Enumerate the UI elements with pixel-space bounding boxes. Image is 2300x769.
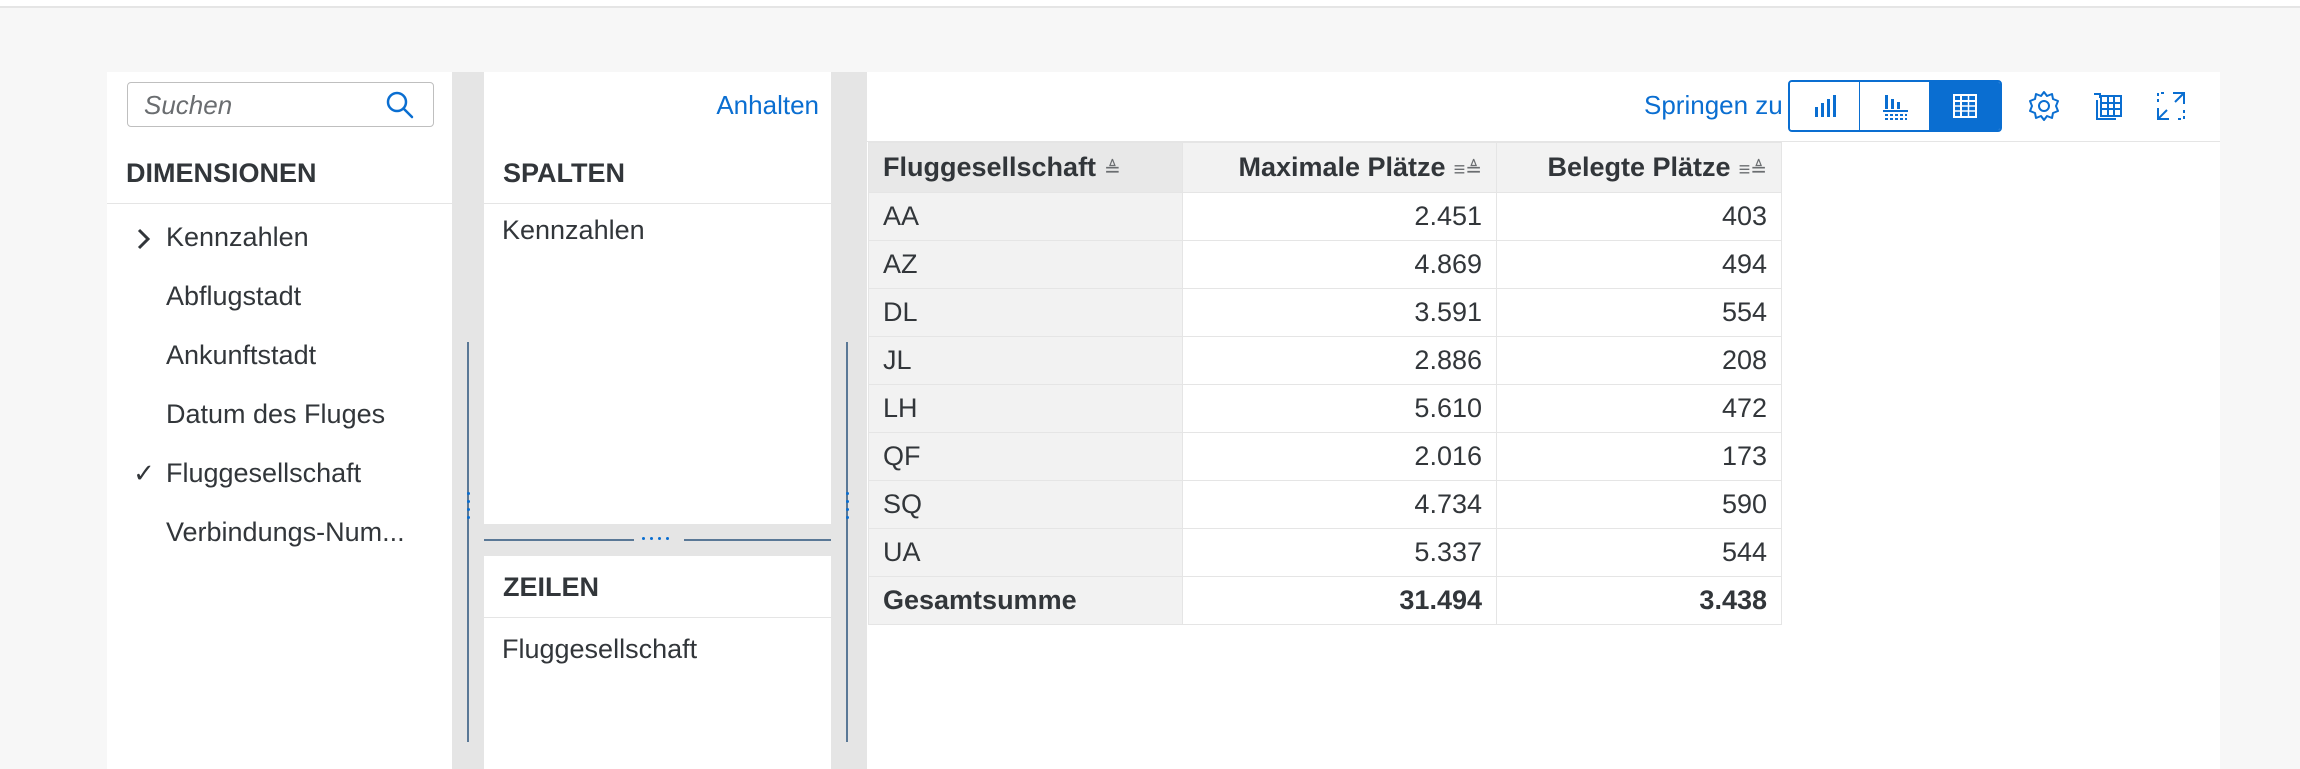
- cell-max-seats: 5.337: [1182, 528, 1497, 577]
- column-item[interactable]: Kennzahlen: [502, 215, 645, 246]
- cell-max-seats: 4.869: [1182, 240, 1497, 289]
- dimension-item-kennzahlen[interactable]: Kennzahlen: [107, 208, 452, 267]
- row-label: UA: [868, 528, 1183, 577]
- pivot-table: Fluggesellschaft ≜ Maximale Plätze ≡≜ Bele…: [868, 142, 1782, 625]
- total-occupied-seats: 3.438: [1496, 576, 1782, 625]
- chart-view-icon: [1814, 95, 1836, 117]
- chart-view-button[interactable]: [1790, 82, 1860, 130]
- table-row[interactable]: JL 2.886 208: [868, 336, 1782, 385]
- dimension-label: Datum des Fluges: [166, 399, 386, 429]
- dimensions-header: DIMENSIONEN: [107, 142, 452, 204]
- cell-occupied-seats: 544: [1496, 528, 1782, 577]
- total-label: Gesamtsumme: [868, 576, 1183, 625]
- total-max-seats: 31.494: [1182, 576, 1497, 625]
- dimension-item-datum[interactable]: Datum des Fluges: [107, 385, 452, 444]
- table-row[interactable]: AZ 4.869 494: [868, 240, 1782, 289]
- cell-occupied-seats: 472: [1496, 384, 1782, 433]
- jump-to-link[interactable]: Springen zu: [1644, 90, 1783, 121]
- row-label: LH: [868, 384, 1183, 433]
- table-row[interactable]: SQ 4.734 590: [868, 480, 1782, 529]
- export-icon[interactable]: [2090, 88, 2126, 124]
- table-row[interactable]: UA 5.337 544: [868, 528, 1782, 577]
- cell-occupied-seats: 208: [1496, 336, 1782, 385]
- table-view-button[interactable]: [1930, 82, 2000, 130]
- row-label: AA: [868, 192, 1183, 241]
- column-header-fluggesellschaft[interactable]: Fluggesellschaft ≜: [868, 142, 1183, 193]
- cell-occupied-seats: 554: [1496, 288, 1782, 337]
- sort-icon[interactable]: ≜: [1104, 159, 1121, 181]
- vertical-splitter-right[interactable]: [831, 72, 867, 769]
- chart-table-view-button[interactable]: [1860, 82, 1930, 130]
- dimension-label: Kennzahlen: [166, 222, 309, 252]
- row-label: AZ: [868, 240, 1183, 289]
- columns-header: SPALTEN: [484, 142, 831, 204]
- columns-panel: Anhalten SPALTEN Kennzahlen: [484, 72, 831, 524]
- filter-sort-icon[interactable]: ≡≜: [1454, 159, 1482, 181]
- chevron-right-icon[interactable]: [131, 208, 157, 267]
- table-row[interactable]: AA 2.451 403: [868, 192, 1782, 241]
- rows-header: ZEILEN: [484, 556, 831, 618]
- grip-icon[interactable]: [642, 537, 669, 540]
- table-row[interactable]: LH 5.610 472: [868, 384, 1782, 433]
- vertical-splitter-left[interactable]: [452, 72, 484, 769]
- dimension-label: Abflugstadt: [166, 281, 302, 311]
- row-label: DL: [868, 288, 1183, 337]
- dimension-label: Ankunftstadt: [166, 340, 317, 370]
- pause-link[interactable]: Anhalten: [716, 90, 819, 121]
- top-bar: [0, 0, 2300, 8]
- table-row[interactable]: QF 2.016 173: [868, 432, 1782, 481]
- dimension-list: Kennzahlen Abflugstadt Ankunftstadt Datu…: [107, 208, 452, 562]
- cell-max-seats: 3.591: [1182, 288, 1497, 337]
- table-header-row: Fluggesellschaft ≜ Maximale Plätze ≡≜ Bele…: [868, 142, 1782, 193]
- rows-panel: ZEILEN Fluggesellschaft: [484, 556, 831, 769]
- dimension-item-ankunftstadt[interactable]: Ankunftstadt: [107, 326, 452, 385]
- table-view-icon: [1953, 94, 1977, 118]
- column-header-maximale-plaetze[interactable]: Maximale Plätze ≡≜: [1182, 142, 1497, 193]
- splitter-line: [484, 539, 634, 541]
- dimensions-panel: DIMENSIONEN Kennzahlen Abflugstadt Ankun…: [107, 72, 452, 769]
- grip-icon[interactable]: [465, 492, 471, 519]
- cell-max-seats: 2.451: [1182, 192, 1497, 241]
- grip-icon[interactable]: [844, 492, 850, 519]
- dimension-item-fluggesellschaft[interactable]: ✓ Fluggesellschaft: [107, 444, 452, 503]
- cell-occupied-seats: 590: [1496, 480, 1782, 529]
- cell-max-seats: 4.734: [1182, 480, 1497, 529]
- table-row[interactable]: DL 3.591 554: [868, 288, 1782, 337]
- horizontal-splitter[interactable]: [484, 524, 831, 556]
- cell-occupied-seats: 403: [1496, 192, 1782, 241]
- row-label: QF: [868, 432, 1183, 481]
- dimension-item-abflugstadt[interactable]: Abflugstadt: [107, 267, 452, 326]
- row-label: JL: [868, 336, 1183, 385]
- fullscreen-icon[interactable]: [2153, 88, 2189, 124]
- cell-max-seats: 2.886: [1182, 336, 1497, 385]
- main-content: Springen zu Fluggesellschaft ≜ Maximale …: [867, 72, 2220, 769]
- dimension-item-verbindungsnummer[interactable]: Verbindungs-Num...: [107, 503, 452, 562]
- view-switch: [1788, 80, 2002, 132]
- dimension-label: Fluggesellschaft: [166, 458, 362, 488]
- splitter-line: [467, 542, 469, 742]
- cell-occupied-seats: 173: [1496, 432, 1782, 481]
- toolbar: Springen zu: [867, 72, 2220, 142]
- search-input[interactable]: [144, 91, 374, 119]
- row-item[interactable]: Fluggesellschaft: [502, 634, 697, 665]
- column-header-belegte-plaetze[interactable]: Belegte Plätze ≡≜: [1496, 142, 1782, 193]
- cell-occupied-seats: 494: [1496, 240, 1782, 289]
- checkmark-icon: ✓: [133, 458, 155, 488]
- splitter-line: [684, 539, 831, 541]
- chart-table-view-icon: [1882, 95, 1908, 120]
- cell-max-seats: 5.610: [1182, 384, 1497, 433]
- filter-sort-icon[interactable]: ≡≜: [1739, 159, 1767, 181]
- settings-icon[interactable]: [2026, 88, 2062, 124]
- search-field[interactable]: [127, 82, 434, 127]
- dimension-label: Verbindungs-Num...: [166, 517, 405, 547]
- search-icon[interactable]: [385, 90, 415, 120]
- cell-max-seats: 2.016: [1182, 432, 1497, 481]
- row-label: SQ: [868, 480, 1183, 529]
- table-total-row[interactable]: Gesamtsumme 31.494 3.438: [868, 576, 1782, 625]
- splitter-line: [846, 542, 848, 742]
